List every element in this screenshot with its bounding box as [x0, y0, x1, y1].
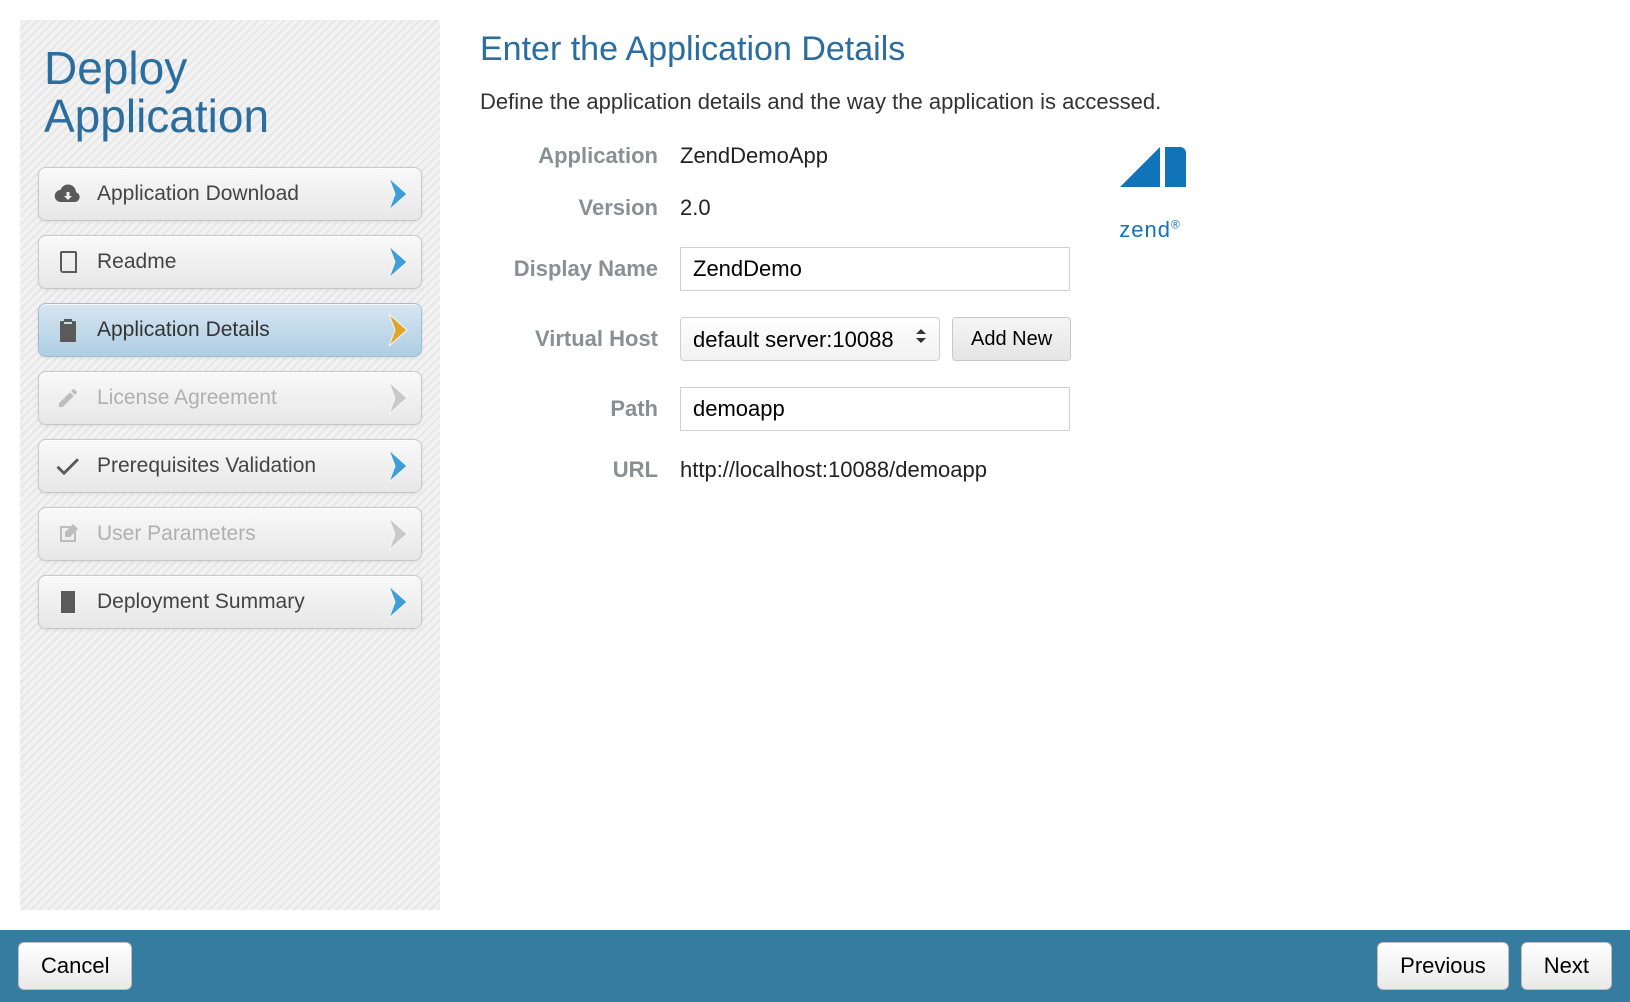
- chevron-right-icon: [385, 310, 415, 350]
- cancel-button[interactable]: Cancel: [18, 942, 132, 990]
- step-prerequisites-validation[interactable]: Prerequisites Validation: [38, 439, 422, 493]
- label-version: Version: [480, 195, 680, 221]
- wizard-steps: Application Download Readme: [38, 167, 422, 629]
- label-application: Application: [480, 143, 680, 169]
- list-icon: [53, 587, 83, 617]
- chevron-right-icon: [385, 514, 415, 554]
- next-button[interactable]: Next: [1521, 942, 1612, 990]
- pencil-icon: [53, 383, 83, 413]
- page-description: Define the application details and the w…: [480, 89, 1570, 115]
- sidebar-title: Deploy Application: [44, 44, 418, 141]
- chevron-right-icon: [385, 582, 415, 622]
- zend-logo-text: zend: [1119, 217, 1171, 242]
- display-name-input[interactable]: [680, 247, 1070, 291]
- virtual-host-select[interactable]: default server:10088: [680, 317, 940, 361]
- edit-square-icon: [53, 519, 83, 549]
- step-user-parameters: User Parameters: [38, 507, 422, 561]
- chevron-right-icon: [385, 446, 415, 486]
- previous-button[interactable]: Previous: [1377, 942, 1509, 990]
- label-virtual-host: Virtual Host: [480, 326, 680, 352]
- value-application: ZendDemoApp: [680, 143, 828, 169]
- label-display-name: Display Name: [480, 256, 680, 282]
- cloud-download-icon: [53, 179, 83, 209]
- step-label: User Parameters: [97, 522, 375, 546]
- chevron-right-icon: [385, 174, 415, 214]
- add-new-vhost-button[interactable]: Add New: [952, 317, 1071, 361]
- check-icon: [53, 451, 83, 481]
- step-application-download[interactable]: Application Download: [38, 167, 422, 221]
- value-url: http://localhost:10088/demoapp: [680, 457, 987, 483]
- book-icon: [53, 247, 83, 277]
- application-details-form: zend® Application ZendDemoApp Version 2.…: [480, 143, 1180, 483]
- label-path: Path: [480, 396, 680, 422]
- step-application-details[interactable]: Application Details: [38, 303, 422, 357]
- clipboard-icon: [53, 315, 83, 345]
- step-label: Application Details: [97, 318, 375, 342]
- chevron-right-icon: [385, 378, 415, 418]
- step-deployment-summary[interactable]: Deployment Summary: [38, 575, 422, 629]
- wizard-sidebar: Deploy Application Application Download: [20, 20, 440, 910]
- step-label: Readme: [97, 250, 375, 274]
- step-label: Prerequisites Validation: [97, 454, 375, 478]
- value-version: 2.0: [680, 195, 711, 221]
- path-input[interactable]: [680, 387, 1070, 431]
- wizard-footer: Cancel Previous Next: [0, 930, 1630, 1002]
- main-panel: Enter the Application Details Define the…: [440, 20, 1610, 910]
- step-readme[interactable]: Readme: [38, 235, 422, 289]
- page-title: Enter the Application Details: [480, 30, 1570, 69]
- step-license-agreement: License Agreement: [38, 371, 422, 425]
- step-label: Application Download: [97, 182, 375, 206]
- step-label: License Agreement: [97, 386, 375, 410]
- zend-logo: zend®: [1110, 137, 1190, 243]
- chevron-right-icon: [385, 242, 415, 282]
- step-label: Deployment Summary: [97, 590, 375, 614]
- label-url: URL: [480, 457, 680, 483]
